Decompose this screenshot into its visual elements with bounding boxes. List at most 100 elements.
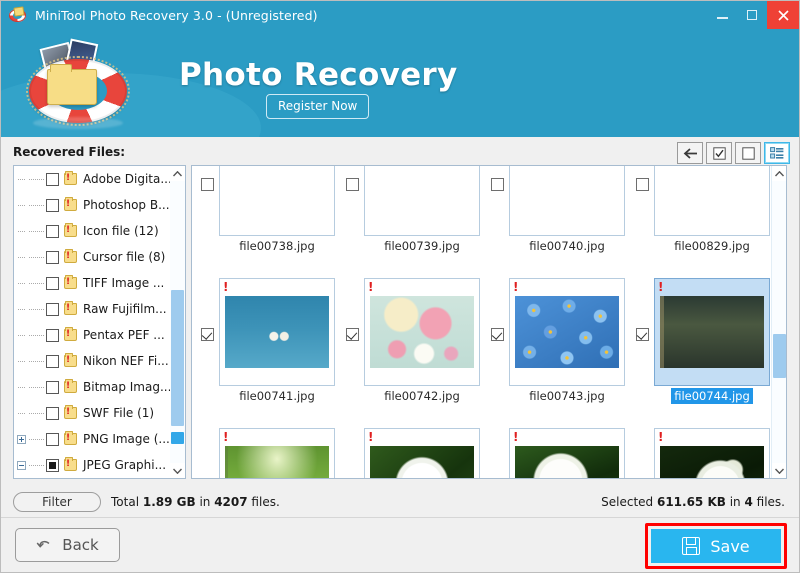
close-icon xyxy=(777,9,789,21)
maximize-button[interactable] xyxy=(737,1,767,29)
tree-item[interactable]: ! Nikon NEF Fi... xyxy=(14,348,172,374)
corrupt-warning-icon: ! xyxy=(658,280,664,294)
thumbnail-frame xyxy=(364,166,480,236)
file-grid-row: !file00745.jpg!file00746.jpg!file00747.j… xyxy=(192,422,771,478)
file-thumbnail-item[interactable]: !file00829.jpg xyxy=(636,166,771,272)
save-button[interactable]: Save xyxy=(651,529,781,563)
tree-indent-spacer xyxy=(14,256,29,258)
tree-item-checkbox[interactable] xyxy=(46,328,59,342)
file-thumbnail-item[interactable]: ! file00743.jpg xyxy=(491,272,627,422)
tree-item[interactable]: ! Adobe Digita... xyxy=(14,166,172,192)
file-checkbox[interactable] xyxy=(201,328,214,341)
file-thumbnail-item[interactable]: !file00748.jpg xyxy=(636,422,771,478)
back-button[interactable]: Back xyxy=(15,528,120,562)
tree-item[interactable]: !601~900 xyxy=(14,478,172,479)
register-now-button[interactable]: Register Now xyxy=(266,94,370,119)
file-checkbox[interactable] xyxy=(201,178,214,191)
file-thumbnail-item[interactable]: !file00739.jpg xyxy=(346,166,482,272)
file-type-tree-panel[interactable]: ! Adobe Digita...! Photoshop B...! Icon fil… xyxy=(13,165,186,479)
tree-item-checkbox[interactable] xyxy=(46,406,59,420)
tree-item[interactable]: ! Raw Fujifilm... xyxy=(14,296,172,322)
file-type-tree: ! Adobe Digita...! Photoshop B...! Icon fil… xyxy=(14,166,172,478)
filter-button[interactable]: Filter xyxy=(13,492,101,512)
tree-item[interactable]: ! Cursor file (8) xyxy=(14,244,172,270)
file-thumbnail-item[interactable]: !file00746.jpg xyxy=(346,422,482,478)
file-thumbnail-item[interactable]: !file00740.jpg xyxy=(491,166,627,272)
tree-indent-spacer xyxy=(14,178,29,180)
folder-icon: ! xyxy=(64,223,77,237)
tree-item-label: Raw Fujifilm... xyxy=(83,302,167,316)
file-checkbox[interactable] xyxy=(491,178,504,191)
folder-icon: ! xyxy=(64,457,77,471)
folder-icon: ! xyxy=(64,327,77,341)
select-all-icon-button[interactable] xyxy=(706,142,732,164)
file-name-label: file00738.jpg xyxy=(239,239,315,253)
back-button-label: Back xyxy=(62,536,99,554)
file-grid-row: ! file00741.jpg! file00742.jpg! file00743.j… xyxy=(192,272,771,422)
tree-item-checkbox[interactable] xyxy=(46,172,59,186)
file-name-label: file00744.jpg xyxy=(636,388,771,404)
tree-item-label: SWF File (1) xyxy=(83,406,155,420)
grid-scroll-up-button[interactable] xyxy=(772,166,786,181)
warning-badge-icon: ! xyxy=(66,303,71,313)
tree-item[interactable]: ! SWF File (1) xyxy=(14,400,172,426)
file-thumbnail-item[interactable]: ! file00744.jpg xyxy=(636,272,771,422)
file-checkbox[interactable] xyxy=(346,328,359,341)
grid-scroll-thumb[interactable] xyxy=(773,334,786,378)
window-controls xyxy=(707,1,799,29)
warning-badge-icon: ! xyxy=(66,433,71,443)
file-thumbnail-item[interactable]: ! file00742.jpg xyxy=(346,272,482,422)
selected-size: 611.65 KB xyxy=(656,495,726,509)
tree-item-checkbox[interactable] xyxy=(46,276,59,290)
tree-item[interactable]: ! PNG Image (... xyxy=(14,426,172,452)
tree-scroll-down-button[interactable] xyxy=(170,463,185,478)
grid-scroll-down-button[interactable] xyxy=(772,463,786,478)
tree-item-checkbox[interactable] xyxy=(46,432,59,446)
back-arrow-icon-button[interactable] xyxy=(677,142,703,164)
folder-icon: ! xyxy=(64,249,77,263)
file-thumbnail-item[interactable]: !file00738.jpg xyxy=(201,166,337,272)
tree-item[interactable]: ! JPEG Graphi... xyxy=(14,452,172,478)
collapse-icon[interactable] xyxy=(14,460,29,470)
tree-connector xyxy=(29,464,44,466)
thumbnail-frame xyxy=(509,166,625,236)
tree-scroll-up-button[interactable] xyxy=(170,166,185,181)
tree-item-checkbox[interactable] xyxy=(46,198,59,212)
file-checkbox[interactable] xyxy=(636,178,649,191)
list-view-icon-button[interactable] xyxy=(764,142,790,164)
close-button[interactable] xyxy=(767,1,799,29)
file-checkbox[interactable] xyxy=(491,328,504,341)
tree-scrollbar[interactable] xyxy=(170,166,185,478)
tree-item-label: Adobe Digita... xyxy=(83,172,172,186)
tree-item[interactable]: ! Photoshop B... xyxy=(14,192,172,218)
tree-item[interactable]: ! Bitmap Imag... xyxy=(14,374,172,400)
tree-scroll-thumb[interactable] xyxy=(171,290,184,426)
deselect-all-icon-button[interactable] xyxy=(735,142,761,164)
folder-icon: ! xyxy=(64,379,77,393)
file-thumbnail-item[interactable]: ! file00741.jpg xyxy=(201,272,337,422)
tree-item-checkbox[interactable] xyxy=(46,458,59,472)
tree-item-checkbox[interactable] xyxy=(46,380,59,394)
selected-count: 4 xyxy=(744,495,753,509)
content-area: Recovered Files: ! Adobe Digita... ! Pho… xyxy=(1,137,799,487)
expand-icon[interactable] xyxy=(14,434,29,444)
tree-item[interactable]: ! Icon file (12) xyxy=(14,218,172,244)
thumbnail-image xyxy=(515,446,619,478)
file-checkbox[interactable] xyxy=(346,178,359,191)
tree-item[interactable]: ! Pentax PEF ... xyxy=(14,322,172,348)
window-title: MiniTool Photo Recovery 3.0 - (Unregiste… xyxy=(35,7,318,23)
file-checkbox[interactable] xyxy=(636,328,649,341)
tree-item-checkbox[interactable] xyxy=(46,302,59,316)
file-grid-panel[interactable]: !file00738.jpg!file00739.jpg!file00740.j… xyxy=(191,165,787,479)
file-thumbnail-item[interactable]: !file00745.jpg xyxy=(201,422,337,478)
tree-item-checkbox[interactable] xyxy=(46,250,59,264)
minimize-button[interactable] xyxy=(707,1,737,29)
tree-item[interactable]: ! TIFF Image ... xyxy=(14,270,172,296)
view-toolbar xyxy=(677,142,790,164)
tree-item-checkbox[interactable] xyxy=(46,224,59,238)
file-name-label: file00740.jpg xyxy=(529,239,605,253)
tree-scroll-thumb-secondary[interactable] xyxy=(171,432,184,444)
file-thumbnail-item[interactable]: !file00747.jpg xyxy=(491,422,627,478)
tree-item-checkbox[interactable] xyxy=(46,354,59,368)
file-grid-scrollbar[interactable] xyxy=(771,166,786,478)
